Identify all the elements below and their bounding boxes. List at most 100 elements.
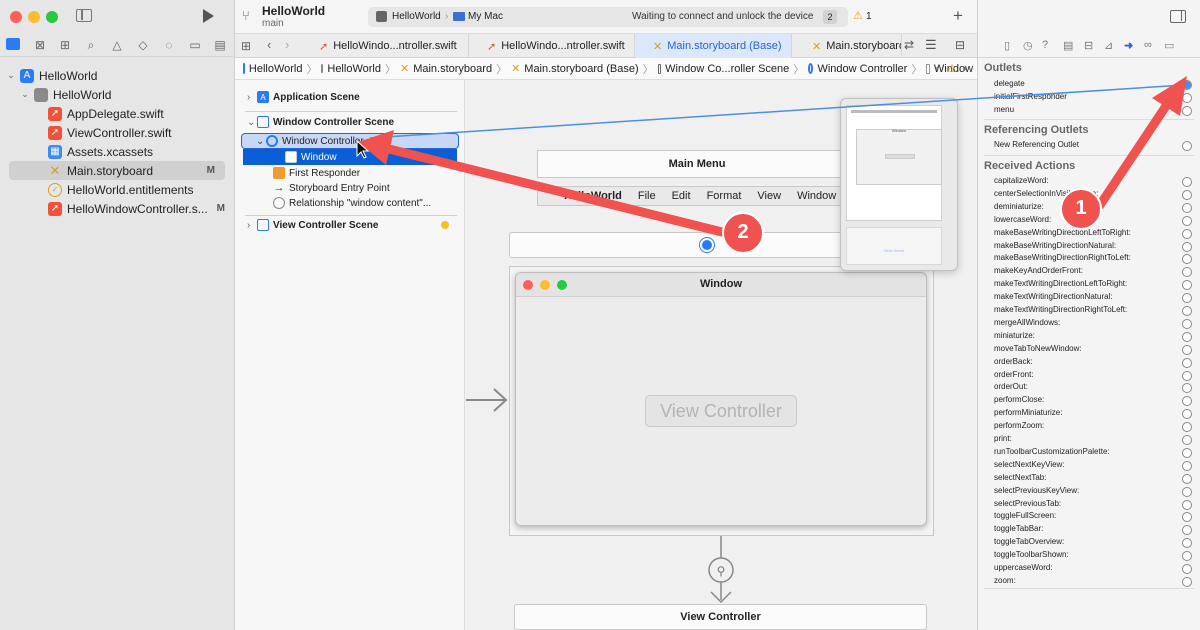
connection-circle-icon[interactable] [1182, 370, 1192, 381]
connection-circle-icon[interactable] [1182, 331, 1192, 342]
connection-circle-icon[interactable] [1182, 267, 1192, 278]
tree-item-file[interactable]: ➚ HelloWindowController.s... M [0, 199, 235, 218]
connection-circle-icon[interactable] [1182, 189, 1192, 200]
outline-entry-point[interactable]: → Storyboard Entry Point [235, 180, 465, 196]
sidebar-toggle-icon[interactable] [76, 9, 92, 22]
action-row[interactable]: selectPreviousKeyView: [994, 486, 1194, 499]
run-button-icon[interactable] [203, 9, 214, 23]
outline-first-responder[interactable]: First Responder [235, 165, 465, 181]
connection-circle-icon[interactable] [1182, 228, 1192, 239]
connection-circle-icon[interactable] [1182, 447, 1192, 458]
connection-circle-icon[interactable] [1182, 202, 1192, 213]
outlet-row[interactable]: initialFirstResponder [994, 92, 1194, 105]
connection-circle-icon[interactable] [1182, 293, 1192, 304]
action-row[interactable]: makeTextWritingDirectionLeftToRight: [994, 279, 1194, 292]
issue-navigator-icon[interactable]: △ [110, 38, 124, 52]
help-inspector-icon[interactable]: ? [1042, 39, 1048, 51]
tree-item-project[interactable]: ⌄ A HelloWorld [0, 66, 235, 85]
connection-circle-icon[interactable] [1182, 396, 1192, 407]
connection-circle-icon[interactable] [1182, 318, 1192, 329]
split-editor-icon[interactable]: ⊟ [955, 38, 965, 52]
outline-relationship[interactable]: Relationship "window content"... [235, 195, 465, 211]
main-menu-scene-title[interactable]: Main Menu [537, 150, 857, 178]
action-row[interactable]: toggleTabBar: [994, 524, 1194, 537]
menu-bar[interactable]: HelloWorld File Edit Format View Window [537, 186, 857, 206]
action-row[interactable]: performClose: [994, 395, 1194, 408]
outline-window-controller-scene[interactable]: ⌄ Window Controller Scene [235, 114, 465, 130]
connection-circle-icon[interactable] [1182, 306, 1192, 316]
identity-inspector-icon[interactable]: ▤ [1063, 39, 1073, 52]
forward-icon[interactable]: › [963, 63, 967, 75]
editor-options-icon[interactable]: ☰ [925, 37, 937, 53]
connection-circle-icon[interactable] [1182, 177, 1192, 187]
action-row[interactable]: makeTextWritingDirectionRightToLeft: [994, 305, 1194, 318]
outline-window-controller[interactable]: ⌄ Window Controller [241, 133, 459, 149]
action-row[interactable]: makeBaseWritingDirectionLeftToRight: [994, 228, 1194, 241]
connection-circle-icon[interactable] [1182, 435, 1192, 445]
connection-circle-icon[interactable] [1182, 344, 1192, 355]
folder-navigator-icon[interactable] [6, 38, 20, 50]
connection-circle-icon[interactable] [1182, 280, 1192, 291]
related-items-icon[interactable]: ⊞ [241, 39, 251, 53]
action-row[interactable]: print: [994, 434, 1194, 447]
jump-item[interactable]: Main.storyboard (Base) [524, 63, 638, 75]
close-window-button[interactable] [10, 11, 22, 23]
menu-item-edit[interactable]: Edit [672, 190, 691, 202]
action-row[interactable]: performMiniaturize: [994, 408, 1194, 421]
connection-circle-icon[interactable] [1182, 106, 1192, 116]
tab-editor[interactable]: ➚ HelloWindo...ntroller.swift [307, 34, 469, 58]
warning-count[interactable]: 1 [866, 11, 872, 22]
connection-circle-icon[interactable] [1182, 80, 1192, 90]
action-row[interactable]: toggleFullScreen: [994, 511, 1194, 524]
forward-icon[interactable]: › [285, 37, 289, 52]
jump-item[interactable]: Main.storyboard [413, 63, 492, 75]
breakpoint-navigator-icon[interactable]: ▭ [188, 38, 202, 52]
history-inspector-icon[interactable]: ◷ [1023, 39, 1033, 52]
action-row[interactable]: makeKeyAndOrderFront: [994, 266, 1194, 279]
tree-item-group[interactable]: ⌄ HelloWorld [0, 85, 235, 104]
tab-editor[interactable]: ➚ HelloWindo...ntroller.swift [469, 34, 635, 58]
jump-item[interactable]: Window Co...roller Scene [665, 63, 789, 75]
zoom-window-button[interactable] [46, 11, 58, 23]
connection-circle-icon[interactable] [1182, 551, 1192, 562]
relationship-segue[interactable]: ⚲ [706, 536, 736, 604]
back-icon[interactable]: ‹ [267, 37, 271, 52]
action-row[interactable]: moveTabToNewWindow: [994, 344, 1194, 357]
menu-item-view[interactable]: View [757, 190, 781, 202]
action-row[interactable]: miniaturize: [994, 331, 1194, 344]
symbol-navigator-icon[interactable]: ⊞ [58, 38, 72, 52]
connections-inspector-icon[interactable]: ➜ [1124, 39, 1133, 52]
menu-item-app[interactable]: HelloWorld [564, 190, 622, 202]
warning-icon[interactable]: ⚠ [947, 62, 957, 75]
source-control-icon[interactable]: ⊠ [33, 38, 47, 52]
action-row[interactable]: toggleToolbarShown: [994, 550, 1194, 563]
tree-item-file[interactable]: ✓ HelloWorld.entitlements [0, 180, 235, 199]
connection-circle-icon[interactable] [1182, 486, 1192, 497]
connection-circle-icon[interactable] [1182, 141, 1192, 151]
file-inspector-icon[interactable]: ▯ [1004, 39, 1010, 52]
action-row[interactable]: selectNextKeyView: [994, 460, 1194, 473]
menu-item-file[interactable]: File [638, 190, 656, 202]
jump-item[interactable]: Window Controller [817, 63, 907, 75]
jump-item[interactable]: HelloWorld [327, 63, 381, 75]
outline-application-scene[interactable]: › A Application Scene [235, 89, 465, 105]
action-row[interactable]: zoom: [994, 576, 1194, 589]
action-row[interactable]: orderFront: [994, 370, 1194, 383]
outlet-row[interactable]: delegate [994, 79, 1194, 92]
action-row[interactable]: uppercaseWord: [994, 563, 1194, 576]
tree-item-file[interactable]: ➚ ViewController.swift [0, 123, 235, 142]
window-controller-icon[interactable] [700, 238, 714, 252]
destination-selector[interactable]: My Mac [468, 11, 503, 22]
outline-window[interactable]: Window [243, 149, 457, 165]
size-inspector-icon[interactable]: ⊿ [1104, 39, 1113, 52]
back-icon[interactable]: ‹ [935, 63, 939, 75]
connection-circle-icon[interactable] [1182, 93, 1192, 103]
action-row[interactable]: makeBaseWritingDirectionRightToLeft: [994, 253, 1194, 266]
attributes-inspector-icon[interactable]: ⊟ [1084, 39, 1093, 52]
entry-point-arrow-icon[interactable] [466, 385, 510, 415]
effects-inspector-icon[interactable]: ▭ [1164, 39, 1174, 52]
connection-circle-icon[interactable] [1182, 215, 1192, 226]
outlet-row[interactable]: menu [994, 105, 1194, 118]
tree-item-file[interactable]: ➚ AppDelegate.swift [0, 104, 235, 123]
window-preview[interactable]: Window View Controller [515, 272, 927, 526]
